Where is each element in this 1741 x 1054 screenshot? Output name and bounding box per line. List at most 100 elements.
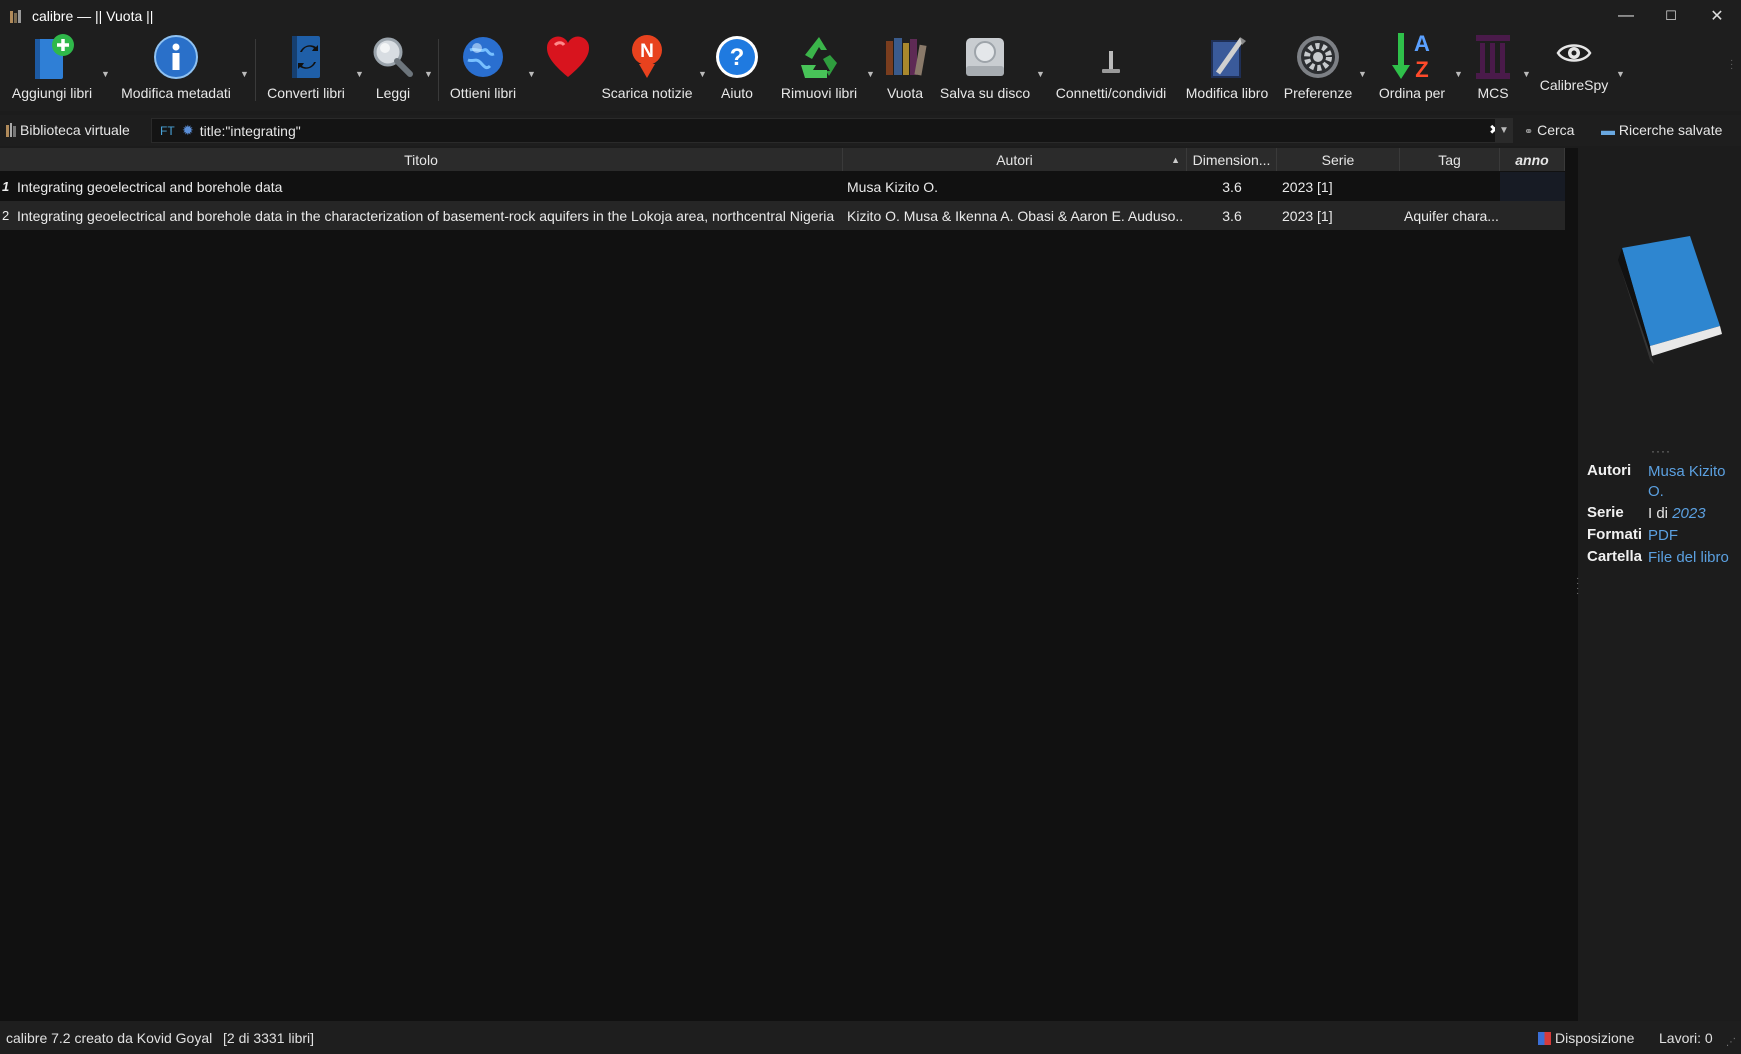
column-header-year[interactable]: anno [1500, 148, 1565, 171]
heart-icon [543, 31, 593, 83]
authors-link[interactable]: Musa Kizito O. [1648, 462, 1741, 502]
help-button[interactable]: ? Aiuto [712, 31, 762, 111]
cell-size[interactable]: 3.6 [1187, 172, 1277, 201]
add-book-icon [27, 31, 77, 83]
maximize-button[interactable]: ☐ [1648, 0, 1694, 31]
add-books-dropdown[interactable]: ▼ [101, 69, 111, 79]
status-bar: calibre 7.2 creato da Kovid Goyal [2 di … [0, 1021, 1741, 1054]
eye-icon [1549, 31, 1599, 75]
edit-metadata-dropdown[interactable]: ▼ [240, 69, 250, 79]
layout-label: Disposizione [1555, 1030, 1635, 1046]
convert-books-label: Converti libri [267, 85, 345, 101]
edit-book-button[interactable]: Modifica libro [1181, 31, 1273, 111]
read-dropdown[interactable]: ▼ [424, 69, 434, 79]
cell-size[interactable]: 3.6 [1187, 201, 1277, 230]
column-header-authors[interactable]: Autori ▲ [843, 148, 1187, 171]
donate-button[interactable] [540, 31, 596, 111]
series-link[interactable]: 2023 [1672, 505, 1705, 522]
column-header-tags[interactable]: Tag [1400, 148, 1500, 171]
saved-searches-label: Ricerche salvate [1618, 122, 1723, 138]
cell-title[interactable]: Integrating geoelectrical and borehole d… [17, 201, 841, 230]
folder-link[interactable]: File del libro [1648, 548, 1741, 568]
info-icon [151, 31, 201, 83]
recycle-icon [794, 31, 844, 83]
cell-year[interactable] [1500, 201, 1565, 230]
preferences-button[interactable]: Preferenze [1283, 31, 1353, 111]
table-row[interactable]: 1 Integrating geoelectrical and borehole… [0, 172, 1565, 201]
toolbar-overflow-handle[interactable]: · · · [1730, 56, 1733, 74]
cell-year[interactable] [1500, 172, 1565, 201]
jobs-button[interactable]: Lavori: 0 [1659, 1030, 1713, 1046]
search-button[interactable]: ⚭ Cerca [1524, 122, 1574, 138]
convert-books-button[interactable]: Converti libri [263, 31, 349, 111]
sort-ascending-icon: ▲ [1171, 154, 1180, 165]
fetch-news-button[interactable]: N Scarica notizie [600, 31, 694, 111]
svg-text:Z: Z [1415, 57, 1428, 82]
remove-books-dropdown[interactable]: ▼ [866, 69, 876, 79]
column-header-series[interactable]: Serie [1277, 148, 1400, 171]
mcs-dropdown[interactable]: ▼ [1522, 69, 1532, 79]
svg-text:A: A [1414, 31, 1430, 56]
column-header-size[interactable]: Dimension... [1187, 148, 1277, 171]
full-text-search-icon[interactable]: FT [160, 124, 178, 138]
search-settings-icon[interactable]: ✹ [182, 122, 194, 139]
book-list[interactable]: Titolo Autori ▲ Dimension... Serie Tag an… [0, 148, 1578, 1021]
cell-series[interactable]: 2023 [1] [1282, 172, 1397, 201]
calibrespy-label: CalibreSpy [1539, 77, 1609, 93]
folder-icon: ▬ [1601, 122, 1615, 138]
save-to-disk-button[interactable]: Salva su disco [940, 31, 1030, 111]
get-books-button[interactable]: Ottieni libri [446, 31, 520, 111]
main-toolbar: Aggiungi libri ▼ Modifica metadati ▼ Con… [0, 31, 1741, 111]
sort-by-button[interactable]: AZ Ordina per [1375, 31, 1449, 111]
saved-searches-button[interactable]: ▬ Ricerche salvate [1601, 122, 1722, 138]
read-button[interactable]: Leggi [367, 31, 419, 111]
calibrespy-dropdown[interactable]: ▼ [1616, 69, 1626, 79]
get-books-label: Ottieni libri [449, 85, 517, 101]
convert-books-dropdown[interactable]: ▼ [355, 69, 365, 79]
close-button[interactable]: ✕ [1694, 0, 1740, 31]
minimize-button[interactable]: — [1603, 0, 1649, 31]
edit-book-icon [1202, 31, 1252, 83]
help-label: Aiuto [721, 85, 753, 101]
remove-books-label: Rimuovi libri [780, 85, 858, 101]
row-number: 2 [2, 208, 10, 223]
virtual-library-button[interactable]: Biblioteca virtuale [6, 122, 130, 138]
library-label: Vuota [886, 85, 924, 101]
formats-link[interactable]: PDF [1648, 526, 1741, 546]
layout-button[interactable]: Disposizione [1538, 1030, 1634, 1046]
preferences-dropdown[interactable]: ▼ [1358, 69, 1368, 79]
save-to-disk-dropdown[interactable]: ▼ [1036, 69, 1046, 79]
add-books-button[interactable]: Aggiungi libri [8, 31, 96, 111]
cell-authors[interactable]: Musa Kizito O. [847, 172, 1183, 201]
authors-key: Autori [1587, 462, 1632, 479]
search-history-dropdown[interactable]: ▼ [1495, 118, 1513, 143]
search-bar: Biblioteca virtuale FT ✹ title:"integrat… [0, 115, 1741, 146]
window-title: calibre — || Vuota || [32, 7, 154, 24]
book-cover[interactable] [1598, 230, 1728, 373]
resize-grip[interactable]: ⋰ [1726, 1037, 1736, 1048]
connect-share-button[interactable]: Connetti/condividi [1052, 31, 1170, 111]
cell-title[interactable]: Integrating geoelectrical and borehole d… [17, 172, 837, 201]
search-query[interactable]: title:"integrating" [200, 123, 301, 139]
remove-books-button[interactable]: Rimuovi libri [777, 31, 861, 111]
fetch-news-dropdown[interactable]: ▼ [698, 69, 708, 79]
sort-by-dropdown[interactable]: ▼ [1454, 69, 1464, 79]
toolbar-separator [255, 39, 256, 101]
edit-metadata-button[interactable]: Modifica metadati [118, 31, 234, 111]
svg-text:?: ? [730, 44, 745, 71]
row-number: 1 [2, 179, 10, 194]
library-button[interactable]: Vuota [880, 31, 930, 111]
cell-series[interactable]: 2023 [1] [1282, 201, 1397, 230]
cell-authors[interactable]: Kizito O. Musa & Ikenna A. Obasi & Aaron… [847, 201, 1183, 230]
table-row[interactable]: 2 Integrating geoelectrical and borehole… [0, 201, 1565, 230]
svg-text:N: N [640, 41, 654, 62]
splitter-handle[interactable]: ···· [1651, 444, 1671, 458]
get-books-dropdown[interactable]: ▼ [527, 69, 537, 79]
calibrespy-button[interactable]: CalibreSpy [1537, 31, 1611, 111]
search-input[interactable]: FT ✹ title:"integrating" ✖ [151, 118, 1513, 143]
cell-tags[interactable]: Aquifer chara... [1404, 201, 1498, 230]
panel-resize-handle[interactable]: · · · · [1576, 574, 1579, 599]
column-header-title[interactable]: Titolo [0, 148, 843, 171]
mcs-button[interactable]: MCS [1470, 31, 1516, 111]
cell-tags[interactable] [1404, 172, 1498, 201]
